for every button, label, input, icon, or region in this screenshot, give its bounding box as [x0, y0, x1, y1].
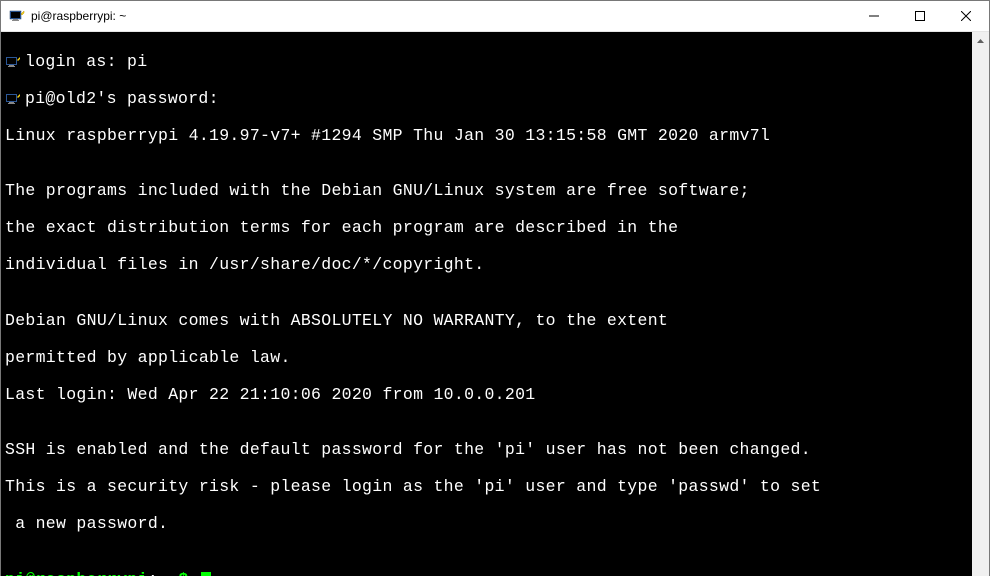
terminal-line: The programs included with the Debian GN… — [5, 182, 972, 201]
minimize-button[interactable] — [851, 1, 897, 31]
terminal-line: login as: pi — [5, 53, 972, 72]
terminal-line: Linux raspberrypi 4.19.97-v7+ #1294 SMP … — [5, 127, 972, 146]
login-prompt-text: login as: pi — [25, 53, 147, 72]
terminal-prompt-line: pi@raspberrypi:~ $ — [5, 571, 972, 576]
terminal-line: Debian GNU/Linux comes with ABSOLUTELY N… — [5, 312, 972, 331]
putty-icon — [5, 54, 21, 70]
window-title: pi@raspberrypi: ~ — [31, 9, 126, 23]
prompt-separator: : — [148, 570, 158, 576]
putty-icon — [5, 91, 21, 107]
prompt-path: ~ — [158, 570, 168, 576]
terminal-line: permitted by applicable law. — [5, 349, 972, 368]
terminal-line: This is a security risk - please login a… — [5, 478, 972, 497]
vertical-scrollbar[interactable] — [972, 32, 989, 576]
putty-icon — [9, 8, 25, 24]
terminal-line: the exact distribution terms for each pr… — [5, 219, 972, 238]
title-bar: pi@raspberrypi: ~ — [1, 1, 989, 32]
password-prompt-text: pi@old2's password: — [25, 90, 219, 109]
close-button[interactable] — [943, 1, 989, 31]
maximize-button[interactable] — [897, 1, 943, 31]
prompt-symbol: $ — [168, 570, 199, 576]
terminal-line: Last login: Wed Apr 22 21:10:06 2020 fro… — [5, 386, 972, 405]
scroll-up-icon — [977, 39, 984, 43]
close-icon — [961, 11, 971, 21]
maximize-icon — [915, 11, 925, 21]
terminal-line: a new password. — [5, 515, 972, 534]
cursor — [201, 572, 211, 576]
scrollbar-track[interactable] — [972, 49, 989, 576]
terminal-wrap: login as: pi pi@old2's password: Linux r… — [1, 32, 989, 576]
terminal-line: pi@old2's password: — [5, 90, 972, 109]
terminal-line: individual files in /usr/share/doc/*/cop… — [5, 256, 972, 275]
terminal-line: SSH is enabled and the default password … — [5, 441, 972, 460]
prompt-userhost: pi@raspberrypi — [5, 570, 148, 576]
app-window: pi@raspberrypi: ~ login as: pi pi@old2's… — [0, 0, 990, 576]
minimize-icon — [869, 11, 879, 21]
scroll-up-button[interactable] — [972, 32, 989, 49]
terminal[interactable]: login as: pi pi@old2's password: Linux r… — [1, 32, 972, 576]
